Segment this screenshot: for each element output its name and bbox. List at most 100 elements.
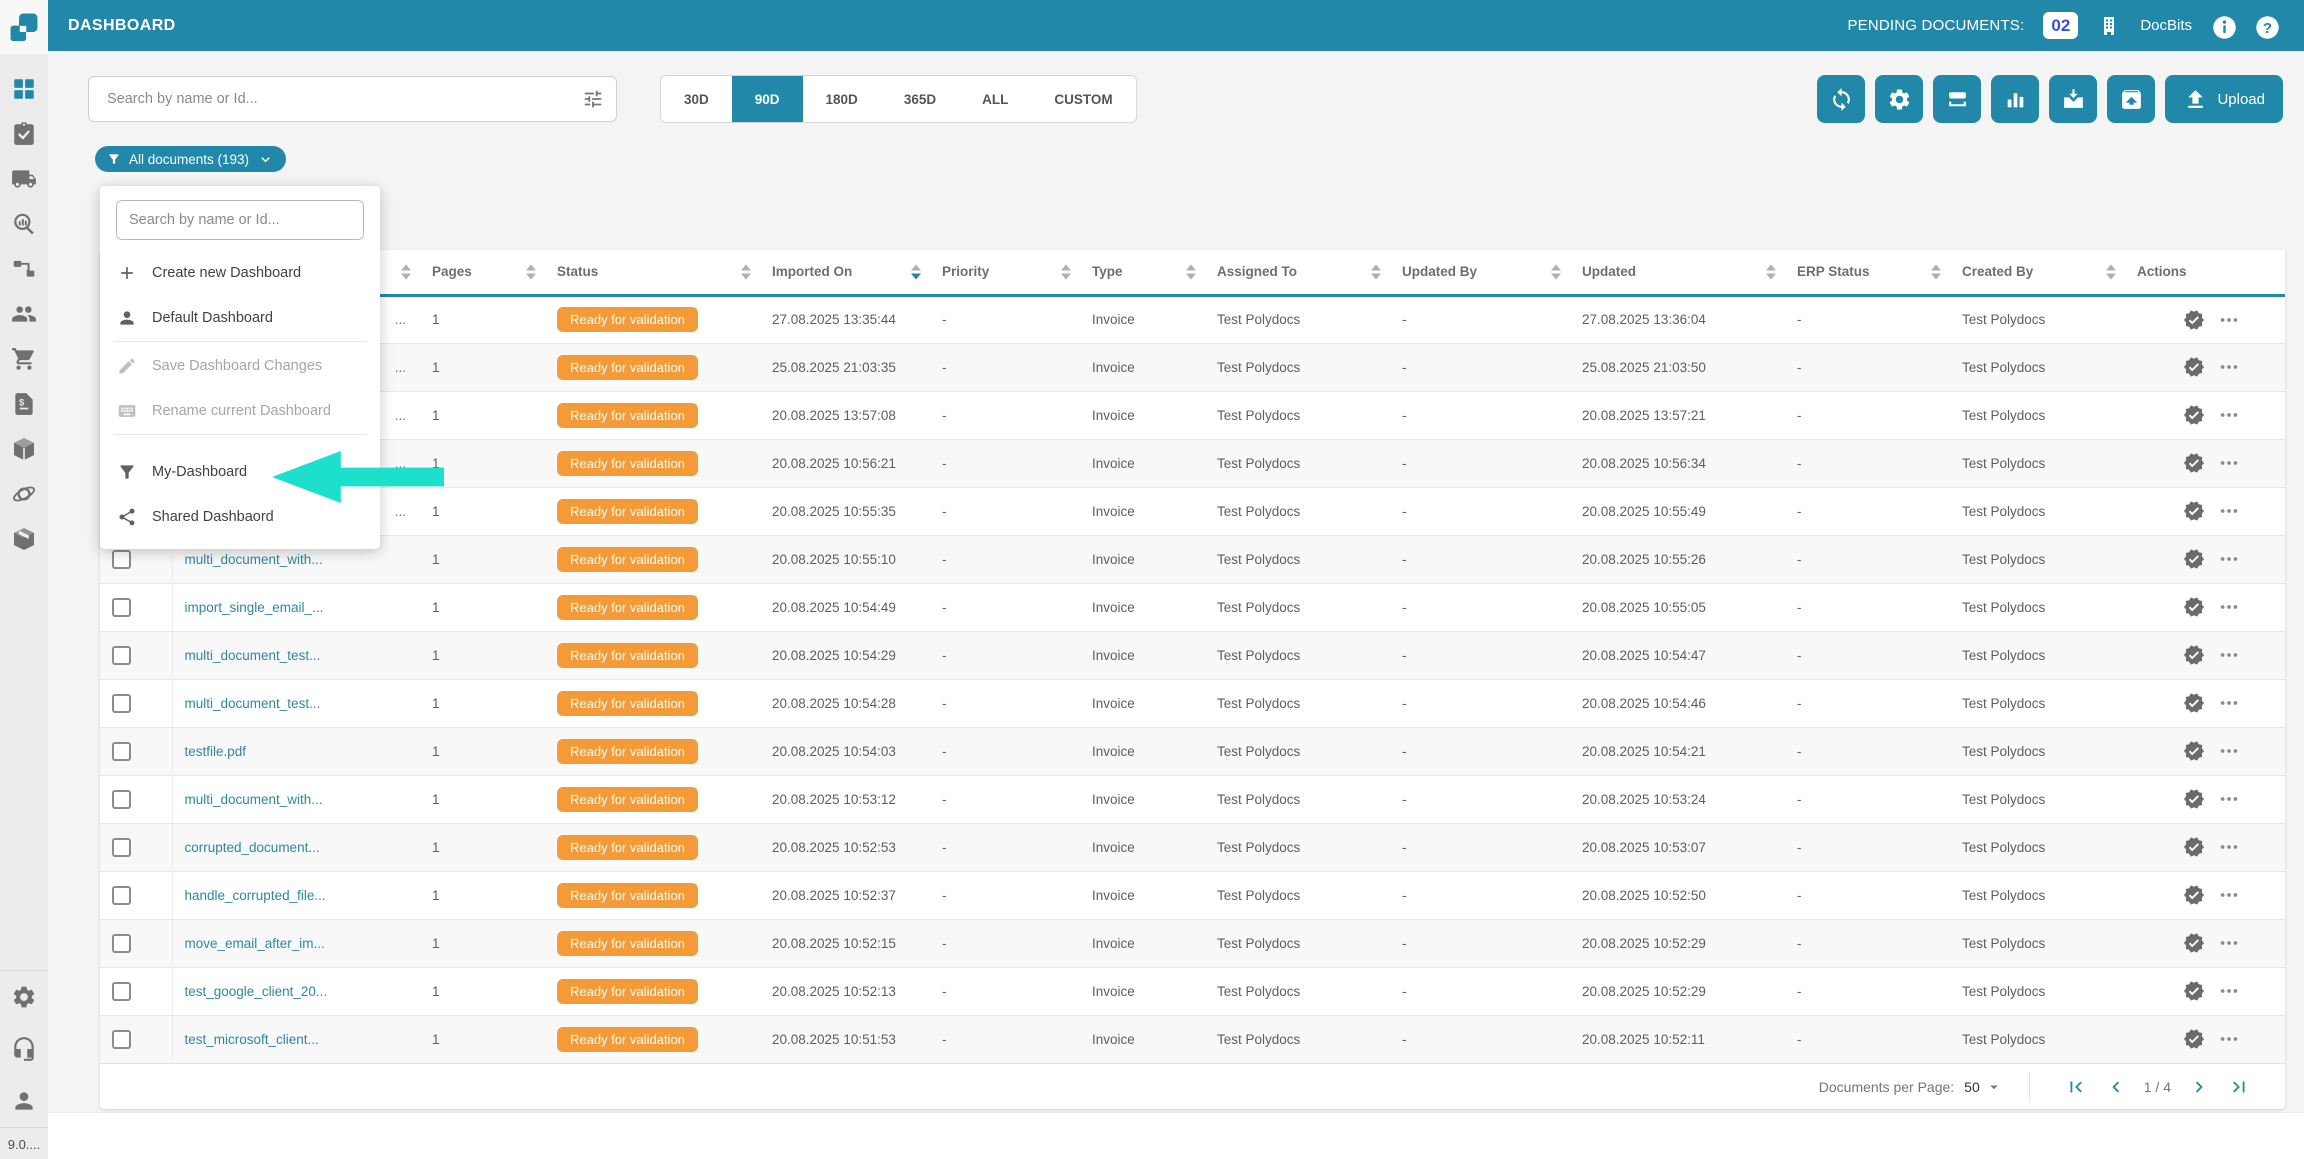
- row-checkbox[interactable]: [112, 694, 131, 713]
- sidebar-item-dashboard[interactable]: [11, 76, 37, 102]
- validate-button[interactable]: [2183, 932, 2205, 954]
- column-header-updated_by[interactable]: Updated By: [1390, 250, 1570, 295]
- document-link[interactable]: multi_document_with...: [185, 792, 323, 807]
- more-options-button[interactable]: [2218, 404, 2240, 426]
- sort-arrows-assigned_to[interactable]: [1371, 264, 1381, 279]
- sidebar-item-purchasing[interactable]: [11, 346, 37, 372]
- app-logo[interactable]: [0, 0, 48, 54]
- dashboard-filter-pill[interactable]: All documents (193): [95, 146, 286, 172]
- row-checkbox[interactable]: [112, 982, 131, 1001]
- more-options-button[interactable]: [2218, 500, 2240, 522]
- upload-button[interactable]: Upload: [2165, 75, 2283, 123]
- range-custom[interactable]: CUSTOM: [1031, 76, 1135, 122]
- document-link[interactable]: multi_document_test...: [185, 696, 321, 711]
- document-link[interactable]: test_microsoft_client...: [185, 1032, 319, 1047]
- validate-button[interactable]: [2183, 500, 2205, 522]
- menu-item-rename-current-dashboard[interactable]: Rename current Dashboard: [100, 388, 380, 433]
- dropdown-search-input[interactable]: [116, 200, 364, 240]
- menu-item-default-dashboard[interactable]: Default Dashboard: [100, 295, 380, 340]
- row-checkbox[interactable]: [112, 934, 131, 953]
- validate-button[interactable]: [2183, 356, 2205, 378]
- more-options-button[interactable]: [2218, 356, 2240, 378]
- validate-button[interactable]: [2183, 692, 2205, 714]
- column-header-priority[interactable]: Priority: [930, 250, 1080, 295]
- next-page-button[interactable]: [2188, 1076, 2210, 1098]
- document-link[interactable]: move_email_after_im...: [185, 936, 325, 951]
- row-checkbox[interactable]: [112, 742, 131, 761]
- sort-arrows-status[interactable]: [741, 264, 751, 279]
- row-checkbox[interactable]: [112, 886, 131, 905]
- advanced-filter-button[interactable]: [582, 88, 604, 110]
- range-90d[interactable]: 90D: [732, 76, 803, 122]
- more-options-button[interactable]: [2218, 548, 2240, 570]
- column-header-created_by[interactable]: Created By: [1950, 250, 2125, 295]
- sidebar-item-settings[interactable]: [11, 984, 37, 1010]
- sidebar-item-validation[interactable]: [11, 121, 37, 147]
- row-checkbox[interactable]: [112, 646, 131, 665]
- document-link[interactable]: multi_document_test...: [185, 648, 321, 663]
- range-180d[interactable]: 180D: [803, 76, 881, 122]
- pending-documents-count[interactable]: 02: [2043, 12, 2078, 39]
- analytics-button[interactable]: [1991, 75, 2039, 123]
- sidebar-item-profile[interactable]: [11, 1088, 37, 1114]
- more-options-button[interactable]: [2218, 836, 2240, 858]
- sidebar-item-support[interactable]: [11, 1036, 37, 1062]
- more-options-button[interactable]: [2218, 452, 2240, 474]
- document-link[interactable]: import_single_email_...: [185, 600, 324, 615]
- help-button[interactable]: ?: [2254, 14, 2278, 38]
- column-header-pages[interactable]: Pages: [420, 250, 545, 295]
- validate-button[interactable]: [2183, 740, 2205, 762]
- document-link[interactable]: multi_document_with...: [185, 552, 323, 567]
- column-header-updated[interactable]: Updated: [1570, 250, 1785, 295]
- more-options-button[interactable]: [2218, 596, 2240, 618]
- organization-button[interactable]: [2097, 14, 2121, 38]
- last-page-button[interactable]: [2228, 1076, 2250, 1098]
- previous-page-button[interactable]: [2105, 1076, 2127, 1098]
- sidebar-item-integrations[interactable]: [11, 481, 37, 507]
- document-link[interactable]: handle_corrupted_file...: [185, 888, 326, 903]
- first-page-button[interactable]: [2065, 1076, 2087, 1098]
- row-checkbox[interactable]: [112, 598, 131, 617]
- sidebar-item-inventory[interactable]: [11, 526, 37, 552]
- column-header-imported_on[interactable]: Imported On: [760, 250, 930, 295]
- column-header-status[interactable]: Status: [545, 250, 760, 295]
- document-link[interactable]: testfile.pdf: [185, 744, 247, 759]
- more-options-button[interactable]: [2218, 1028, 2240, 1050]
- more-options-button[interactable]: [2218, 980, 2240, 1002]
- more-options-button[interactable]: [2218, 644, 2240, 666]
- row-checkbox[interactable]: [112, 1030, 131, 1049]
- more-options-button[interactable]: [2218, 788, 2240, 810]
- range-30d[interactable]: 30D: [661, 76, 732, 122]
- scanner-button[interactable]: [1933, 75, 1981, 123]
- search-input[interactable]: [105, 90, 582, 108]
- sort-arrows-created_by[interactable]: [2106, 264, 2116, 279]
- row-checkbox[interactable]: [112, 790, 131, 809]
- more-options-button[interactable]: [2218, 692, 2240, 714]
- document-link[interactable]: test_google_client_20...: [185, 984, 328, 999]
- validate-button[interactable]: [2183, 452, 2205, 474]
- validate-button[interactable]: [2183, 884, 2205, 906]
- validate-button[interactable]: [2183, 980, 2205, 1002]
- validate-button[interactable]: [2183, 1028, 2205, 1050]
- export-email-button[interactable]: [2049, 75, 2097, 123]
- more-options-button[interactable]: [2218, 309, 2240, 331]
- document-link[interactable]: corrupted_document...: [185, 840, 320, 855]
- column-header-assigned_to[interactable]: Assigned To: [1205, 250, 1390, 295]
- info-button[interactable]: [2211, 14, 2235, 38]
- column-header-erp_status[interactable]: ERP Status: [1785, 250, 1950, 295]
- validate-button[interactable]: [2183, 404, 2205, 426]
- sort-arrows-name[interactable]: [401, 264, 411, 279]
- sort-arrows-updated_by[interactable]: [1551, 264, 1561, 279]
- menu-item-save-dashboard-changes[interactable]: Save Dashboard Changes: [100, 343, 380, 388]
- sidebar-item-users[interactable]: [11, 301, 37, 327]
- per-page-caret-icon[interactable]: [1985, 1078, 2003, 1096]
- validate-button[interactable]: [2183, 548, 2205, 570]
- sort-arrows-imported_on[interactable]: [911, 264, 921, 279]
- sort-arrows-pages[interactable]: [526, 264, 536, 279]
- sort-arrows-erp_status[interactable]: [1931, 264, 1941, 279]
- more-options-button[interactable]: [2218, 932, 2240, 954]
- sort-arrows-priority[interactable]: [1061, 264, 1071, 279]
- sidebar-item-invoices[interactable]: $: [11, 391, 37, 417]
- sidebar-item-shipping[interactable]: [11, 166, 37, 192]
- row-checkbox[interactable]: [112, 838, 131, 857]
